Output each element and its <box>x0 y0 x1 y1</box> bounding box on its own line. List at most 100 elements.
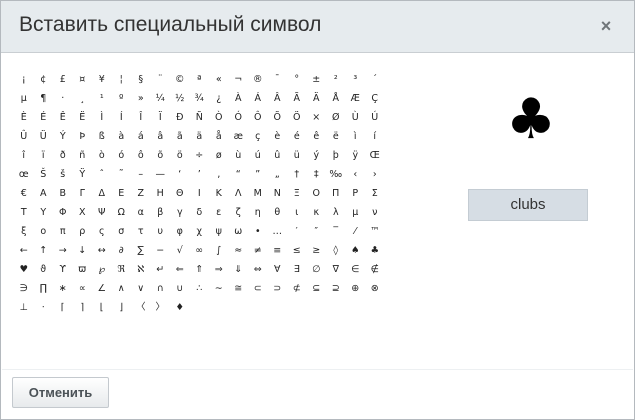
symbol-cell[interactable]: ç <box>248 127 268 146</box>
symbol-cell[interactable]: ⊆ <box>307 279 327 298</box>
symbol-cell[interactable]: ϒ <box>53 260 73 279</box>
symbol-cell[interactable]: π <box>53 222 73 241</box>
symbol-cell[interactable]: ¥ <box>92 70 112 89</box>
symbol-cell[interactable]: ¯ <box>268 70 288 89</box>
symbol-cell[interactable]: ⌉ <box>73 298 93 317</box>
symbol-cell[interactable]: η <box>248 203 268 222</box>
symbol-cell[interactable]: • <box>248 222 268 241</box>
symbol-cell[interactable]: × <box>307 108 327 127</box>
symbol-cell[interactable]: é <box>287 127 307 146</box>
symbol-cell[interactable]: Γ <box>73 184 93 203</box>
symbol-cell[interactable]: — <box>151 165 171 184</box>
symbol-cell[interactable]: Í <box>112 108 132 127</box>
symbol-cell[interactable]: Ρ <box>346 184 366 203</box>
symbol-cell[interactable]: ‹ <box>346 165 366 184</box>
symbol-cell[interactable]: Ú <box>365 108 385 127</box>
symbol-cell[interactable]: ∇ <box>326 260 346 279</box>
symbol-cell[interactable]: ° <box>287 70 307 89</box>
symbol-cell[interactable]: Μ <box>248 184 268 203</box>
symbol-cell[interactable]: ½ <box>170 89 190 108</box>
symbol-cell[interactable]: Ñ <box>190 108 210 127</box>
symbol-cell[interactable]: … <box>268 222 288 241</box>
symbol-cell[interactable]: Ε <box>112 184 132 203</box>
symbol-cell[interactable]: Ξ <box>287 184 307 203</box>
symbol-cell[interactable]: ↑ <box>34 241 54 260</box>
symbol-cell[interactable]: â <box>151 127 171 146</box>
symbol-cell[interactable]: Ü <box>34 127 54 146</box>
symbol-cell[interactable]: θ <box>268 203 288 222</box>
symbol-cell[interactable]: ˜ <box>112 165 132 184</box>
symbol-cell[interactable]: ι <box>287 203 307 222</box>
symbol-cell[interactable]: ℘ <box>92 260 112 279</box>
symbol-cell[interactable]: υ <box>151 222 171 241</box>
symbol-cell[interactable]: ¸ <box>73 89 93 108</box>
symbol-cell[interactable]: Τ <box>14 203 34 222</box>
symbol-cell[interactable]: É <box>34 108 54 127</box>
symbol-cell[interactable]: Ý <box>53 127 73 146</box>
symbol-cell[interactable]: “ <box>229 165 249 184</box>
symbol-cell[interactable]: À <box>229 89 249 108</box>
symbol-cell[interactable]: ∧ <box>112 279 132 298</box>
symbol-cell[interactable]: Υ <box>34 203 54 222</box>
symbol-cell[interactable]: ™ <box>365 222 385 241</box>
symbol-cell[interactable]: ⊂ <box>248 279 268 298</box>
symbol-cell[interactable]: ð <box>53 146 73 165</box>
symbol-cell[interactable]: ¡ <box>14 70 34 89</box>
symbol-cell[interactable]: ú <box>248 146 268 165</box>
symbol-cell[interactable]: ¬ <box>229 70 249 89</box>
symbol-cell[interactable]: ϖ <box>73 260 93 279</box>
symbol-cell[interactable]: β <box>151 203 171 222</box>
symbol-cell[interactable]: ∼ <box>209 279 229 298</box>
symbol-cell[interactable]: ã <box>170 127 190 146</box>
symbol-cell[interactable]: ¹ <box>92 89 112 108</box>
symbol-cell[interactable]: ø <box>209 146 229 165</box>
symbol-cell[interactable]: Œ <box>365 146 385 165</box>
symbol-cell[interactable]: ο <box>34 222 54 241</box>
symbol-cell[interactable]: ∃ <box>287 260 307 279</box>
symbol-cell[interactable]: α <box>131 203 151 222</box>
symbol-cell[interactable]: ù <box>229 146 249 165</box>
symbol-cell[interactable]: ‰ <box>326 165 346 184</box>
symbol-cell[interactable]: ≤ <box>287 241 307 260</box>
symbol-cell[interactable]: Ë <box>73 108 93 127</box>
symbol-cell[interactable]: ♥ <box>14 260 34 279</box>
symbol-cell[interactable]: ó <box>112 146 132 165</box>
symbol-cell[interactable]: ý <box>307 146 327 165</box>
symbol-cell[interactable]: ⊃ <box>268 279 288 298</box>
symbol-cell[interactable]: ∪ <box>170 279 190 298</box>
symbol-cell[interactable]: Λ <box>229 184 249 203</box>
symbol-cell[interactable]: ″ <box>307 222 327 241</box>
symbol-cell[interactable]: ï <box>34 146 54 165</box>
symbol-cell[interactable]: Û <box>14 127 34 146</box>
symbol-cell[interactable]: Š <box>34 165 54 184</box>
symbol-cell[interactable]: ↔ <box>92 241 112 260</box>
symbol-cell[interactable]: Ζ <box>131 184 151 203</box>
symbol-cell[interactable]: ∀ <box>268 260 288 279</box>
symbol-cell[interactable]: · <box>53 89 73 108</box>
symbol-cell[interactable]: ö <box>170 146 190 165</box>
symbol-cell[interactable]: Ä <box>307 89 327 108</box>
symbol-cell[interactable]: ³ <box>346 70 366 89</box>
symbol-cell[interactable]: ε <box>209 203 229 222</box>
symbol-cell[interactable]: Ð <box>170 108 190 127</box>
symbol-cell[interactable]: Ø <box>326 108 346 127</box>
symbol-cell[interactable]: ♦ <box>170 298 190 317</box>
symbol-cell[interactable]: ↵ <box>151 260 171 279</box>
symbol-cell[interactable]: ⇑ <box>190 260 210 279</box>
symbol-cell[interactable]: ò <box>92 146 112 165</box>
symbol-cell[interactable]: ¾ <box>190 89 210 108</box>
symbol-cell[interactable]: ∩ <box>151 279 171 298</box>
symbol-cell[interactable]: ζ <box>229 203 249 222</box>
symbol-cell[interactable]: ⇒ <box>209 260 229 279</box>
symbol-cell[interactable]: ‘ <box>170 165 190 184</box>
symbol-cell[interactable]: è <box>268 127 288 146</box>
symbol-cell[interactable]: ♠ <box>346 241 366 260</box>
symbol-cell[interactable]: − <box>151 241 171 260</box>
symbol-cell[interactable]: È <box>14 108 34 127</box>
symbol-cell[interactable]: à <box>112 127 132 146</box>
symbol-cell[interactable]: ¶ <box>34 89 54 108</box>
symbol-cell[interactable]: ⊇ <box>326 279 346 298</box>
symbol-cell[interactable]: Þ <box>73 127 93 146</box>
symbol-cell[interactable]: Σ <box>365 184 385 203</box>
symbol-cell[interactable]: ª <box>190 70 210 89</box>
